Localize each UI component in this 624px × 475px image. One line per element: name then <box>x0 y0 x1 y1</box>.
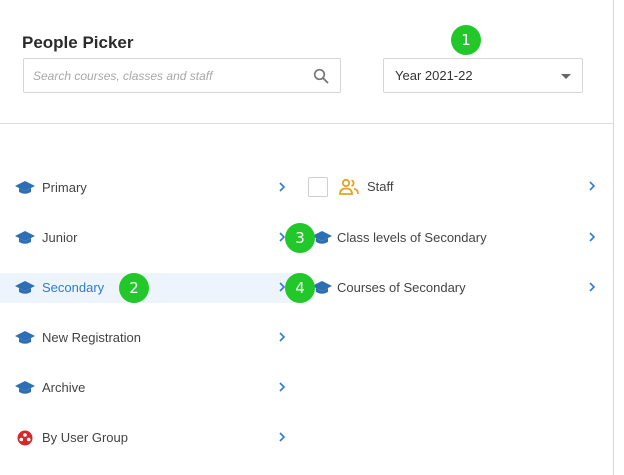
page-title: People Picker <box>22 33 134 52</box>
chevron-down-icon <box>561 74 571 79</box>
subitem-staff[interactable]: Staff <box>300 172 610 202</box>
search-icon[interactable] <box>313 68 329 84</box>
people-picker-panel: People Picker Year 2021-22 1 Primary Jun… <box>0 0 614 475</box>
graduation-cap-icon <box>15 231 35 244</box>
category-label: Secondary <box>42 280 105 295</box>
chevron-right-icon[interactable] <box>587 231 597 243</box>
chevron-right-icon[interactable] <box>277 431 287 443</box>
graduation-cap-icon <box>15 181 35 194</box>
step-badge-1: 1 <box>451 25 481 55</box>
subitem-courses[interactable]: Courses of Secondary <box>300 273 610 303</box>
chevron-right-icon[interactable] <box>277 381 287 393</box>
user-group-icon <box>17 430 33 446</box>
category-label: Junior <box>42 230 78 245</box>
search-input[interactable] <box>33 67 303 85</box>
category-item-secondary[interactable]: Secondary <box>0 273 300 303</box>
year-select-value: Year 2021-22 <box>395 68 473 83</box>
subitem-label: Class levels of Secondary <box>337 230 487 245</box>
category-label: Primary <box>42 180 87 195</box>
category-item-by-user-group[interactable]: By User Group <box>0 423 300 453</box>
subitem-label: Courses of Secondary <box>337 280 466 295</box>
category-item-new-registration[interactable]: New Registration <box>0 323 300 353</box>
category-label: By User Group <box>42 430 128 445</box>
category-label: Archive <box>42 380 86 395</box>
step-badge-4: 4 <box>285 273 315 303</box>
staff-icon <box>339 178 359 195</box>
chevron-right-icon[interactable] <box>277 181 287 193</box>
category-item-archive[interactable]: Archive <box>0 373 300 403</box>
search-box[interactable] <box>23 58 341 93</box>
chevron-right-icon[interactable] <box>587 180 597 192</box>
subitem-label: Staff <box>367 179 394 194</box>
step-badge-2: 2 <box>119 273 149 303</box>
year-select[interactable]: Year 2021-22 <box>383 58 583 93</box>
category-label: New Registration <box>42 330 141 345</box>
graduation-cap-icon <box>15 331 35 344</box>
graduation-cap-icon <box>15 281 35 294</box>
category-item-primary[interactable]: Primary <box>0 173 300 203</box>
chevron-right-icon[interactable] <box>587 281 597 293</box>
category-item-junior[interactable]: Junior <box>0 223 300 253</box>
subitem-class-levels[interactable]: Class levels of Secondary <box>300 223 610 253</box>
chevron-right-icon[interactable] <box>277 331 287 343</box>
step-badge-3: 3 <box>285 223 315 253</box>
divider <box>0 123 614 124</box>
graduation-cap-icon <box>15 381 35 394</box>
staff-checkbox[interactable] <box>308 177 328 197</box>
